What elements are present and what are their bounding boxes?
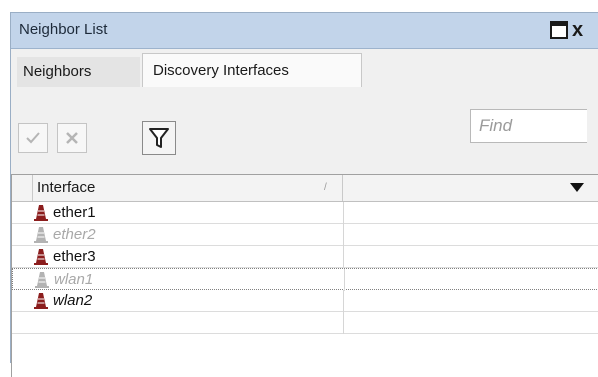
tab-discovery-interfaces-label: Discovery Interfaces (153, 62, 289, 79)
table-row[interactable]: wlan1 (12, 268, 598, 291)
interface-name: ether2 (53, 226, 96, 243)
table-row[interactable]: ether3 (12, 246, 598, 268)
cross-icon (66, 132, 78, 144)
find-input[interactable] (470, 109, 587, 143)
table-row[interactable]: ether2 (12, 224, 598, 246)
interface-cell: ether2 (33, 224, 344, 246)
table-row[interactable]: wlan2 (12, 290, 598, 312)
tab-neighbors[interactable]: Neighbors (17, 57, 140, 87)
enable-button[interactable] (18, 123, 48, 153)
column-header-interface-label: Interface (37, 179, 96, 196)
interface-icon (34, 227, 48, 243)
header-gutter (12, 175, 33, 201)
column-header-empty (344, 175, 598, 201)
column-header-interface[interactable]: Interface / (33, 175, 343, 201)
interface-cell: ether3 (33, 246, 344, 268)
check-icon (26, 132, 40, 144)
tab-bar: Neighbors Discovery Interfaces (11, 49, 598, 87)
interface-name: wlan1 (54, 271, 94, 288)
disable-button[interactable] (57, 123, 87, 153)
filter-icon (149, 128, 169, 148)
interface-icon (34, 249, 48, 265)
interface-icon (34, 205, 48, 221)
window-titlebar[interactable]: Neighbor List x (11, 13, 598, 49)
column-menu-dropdown-icon[interactable] (570, 183, 584, 192)
tab-neighbors-label: Neighbors (23, 63, 92, 80)
close-icon[interactable]: x (572, 20, 598, 40)
tab-discovery-interfaces[interactable]: Discovery Interfaces (142, 53, 362, 87)
interface-name: wlan2 (53, 292, 93, 309)
sort-indicator: / (324, 182, 327, 193)
interface-cell: ether1 (33, 202, 344, 224)
empty-cell (33, 312, 344, 334)
neighbor-list-window: Neighbor List x Neighbors Discovery Inte… (10, 12, 598, 377)
interface-name: ether1 (53, 204, 96, 221)
interfaces-table: Interface / ether1 ether2 ether3 wlan1 wlan2 (11, 174, 598, 377)
restore-window-icon[interactable] (550, 21, 568, 39)
interface-name: ether3 (53, 248, 96, 265)
empty-row (12, 312, 598, 334)
filter-button[interactable] (142, 121, 176, 155)
interface-icon (35, 272, 49, 288)
interface-icon (34, 293, 48, 309)
interface-cell: wlan2 (33, 290, 344, 312)
window-title: Neighbor List (19, 21, 108, 38)
table-row[interactable]: ether1 (12, 202, 598, 224)
interface-cell: wlan1 (34, 269, 345, 291)
table-header: Interface / (12, 175, 598, 202)
